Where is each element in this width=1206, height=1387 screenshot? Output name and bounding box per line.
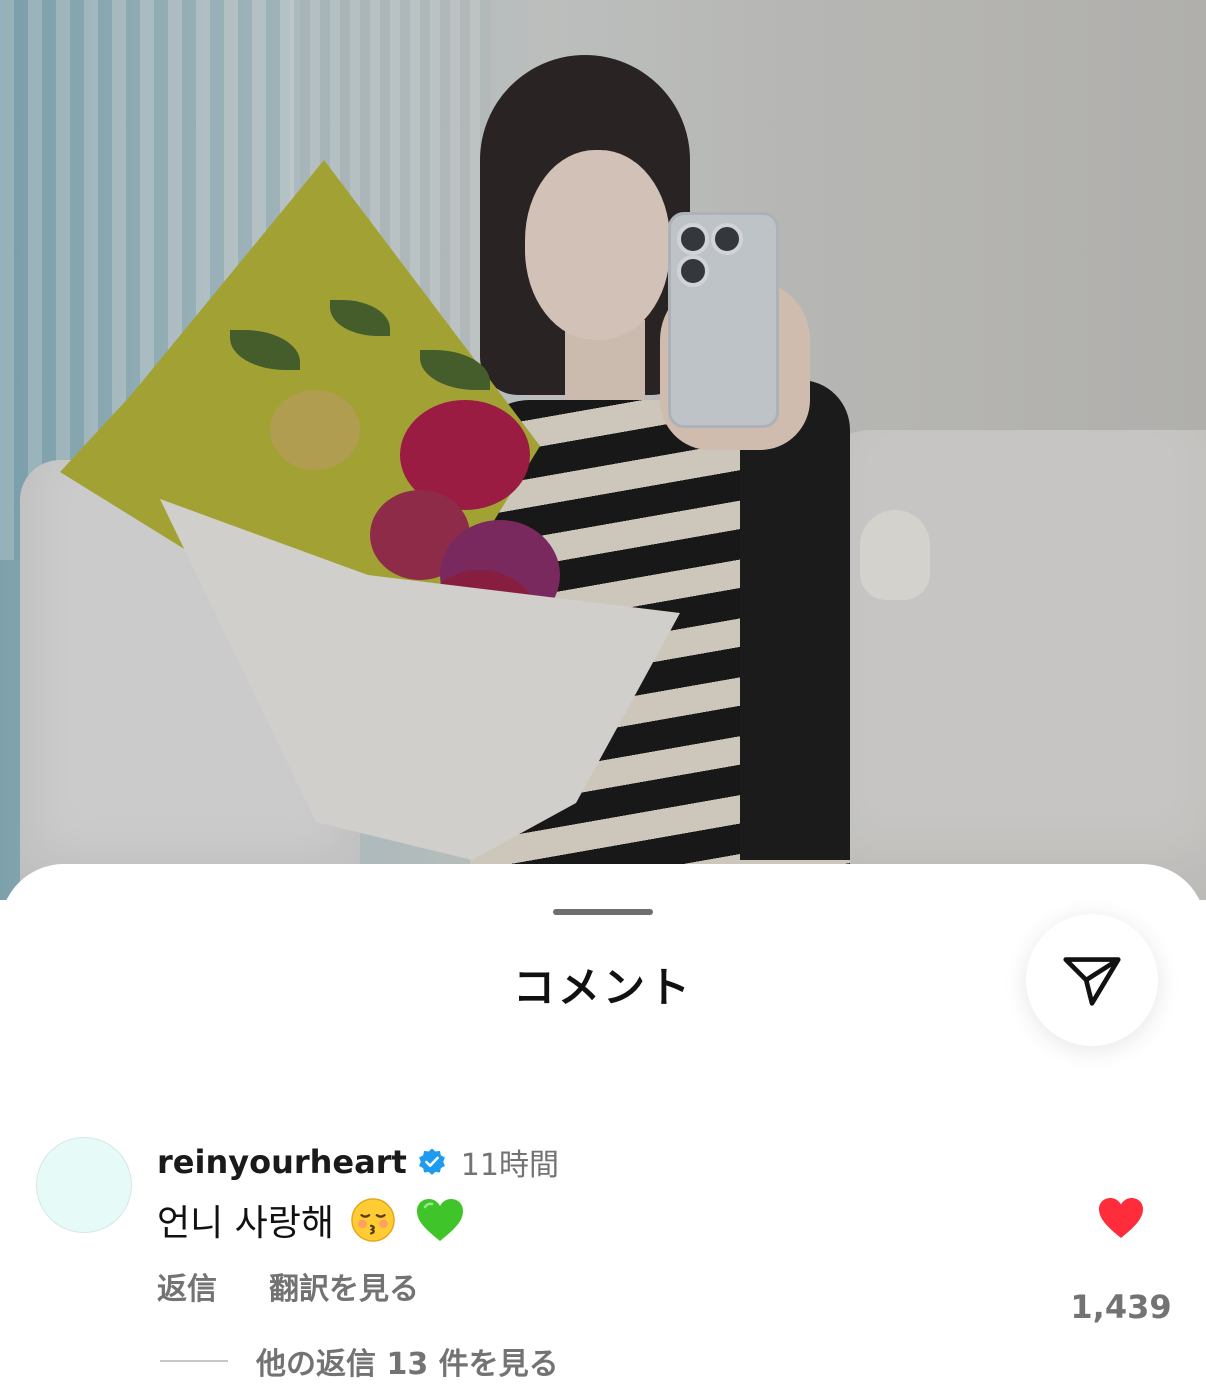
- like-count: 1,439: [1070, 1288, 1172, 1326]
- replies-divider: [160, 1360, 228, 1362]
- comment-time: 11時間: [460, 1148, 559, 1183]
- photo-dim-overlay: [0, 0, 1206, 900]
- heart-filled-icon[interactable]: [1097, 1196, 1145, 1240]
- verified-badge-icon: [417, 1147, 447, 1177]
- like-area: 1,439: [1066, 1196, 1176, 1326]
- share-button[interactable]: [1026, 914, 1158, 1046]
- kissing-face-emoji-icon: [350, 1198, 395, 1242]
- comments-sheet: コメント reinyourheart 11時間 언니 사랑해 返信 翻訳を見る …: [0, 864, 1206, 1387]
- screen: コメント reinyourheart 11時間 언니 사랑해 返信 翻訳を見る …: [0, 0, 1206, 1387]
- comment-item: reinyourheart 11時間 언니 사랑해 返信 翻訳を見る 1,439…: [0, 1134, 1206, 1384]
- reply-button[interactable]: 返信: [157, 1264, 217, 1308]
- avatar[interactable]: [36, 1137, 132, 1233]
- comment-username[interactable]: reinyourheart: [157, 1143, 407, 1181]
- green-heart-emoji-icon: [416, 1199, 463, 1241]
- comment-body: 언니 사랑해: [157, 1194, 465, 1246]
- view-replies-label: 他の返信 13 件を見る: [256, 1347, 559, 1382]
- comment-text: 언니 사랑해: [157, 1203, 335, 1244]
- view-replies-button[interactable]: 他の返信 13 件を見る: [160, 1339, 559, 1383]
- sheet-grabber[interactable]: [553, 909, 653, 915]
- send-icon: [1063, 957, 1121, 1006]
- post-photo[interactable]: [0, 0, 1206, 900]
- comment-header: reinyourheart 11時間: [157, 1140, 559, 1184]
- comment-actions: 返信 翻訳を見る: [157, 1264, 419, 1308]
- translate-button[interactable]: 翻訳を見る: [269, 1264, 419, 1308]
- sheet-title: コメント: [512, 963, 693, 1012]
